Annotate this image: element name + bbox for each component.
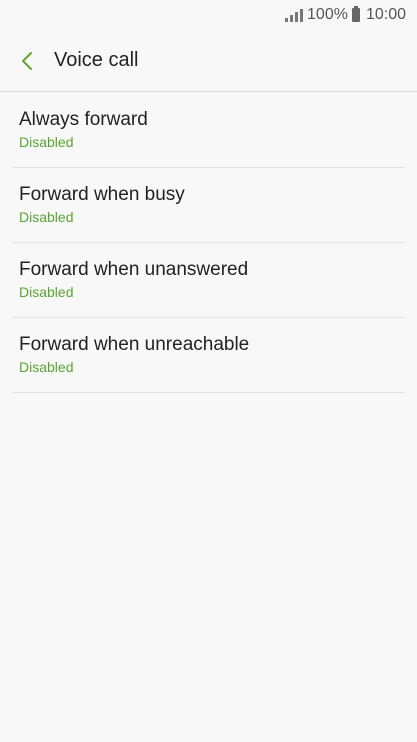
setting-title: Always forward: [19, 109, 148, 130]
setting-status: Disabled: [19, 209, 74, 225]
setting-status: Disabled: [19, 134, 74, 150]
setting-forward-when-busy[interactable]: Forward when busy Disabled: [12, 168, 405, 243]
setting-forward-when-unanswered[interactable]: Forward when unanswered Disabled: [12, 243, 405, 318]
setting-forward-when-unreachable[interactable]: Forward when unreachable Disabled: [12, 318, 405, 393]
settings-list: Always forward Disabled Forward when bus…: [12, 93, 405, 393]
status-bar: 100% 10:00: [0, 0, 417, 30]
setting-status: Disabled: [19, 284, 74, 300]
app-header: Voice call: [0, 30, 417, 92]
page-title: Voice call: [54, 49, 139, 71]
setting-title: Forward when unanswered: [19, 259, 249, 280]
chevron-left-icon: [22, 51, 32, 70]
setting-status: Disabled: [19, 359, 74, 375]
setting-always-forward[interactable]: Always forward Disabled: [12, 93, 405, 168]
setting-title: Forward when unreachable: [19, 334, 250, 355]
setting-title: Forward when busy: [19, 184, 185, 205]
clock: 10:00: [365, 6, 406, 23]
back-button[interactable]: [16, 50, 38, 72]
signal-icon: [285, 8, 304, 22]
battery-icon: [351, 6, 360, 22]
battery-percent: 100%: [307, 6, 348, 23]
screen: 100% 10:00 Voice call Always forward Dis…: [0, 0, 417, 742]
